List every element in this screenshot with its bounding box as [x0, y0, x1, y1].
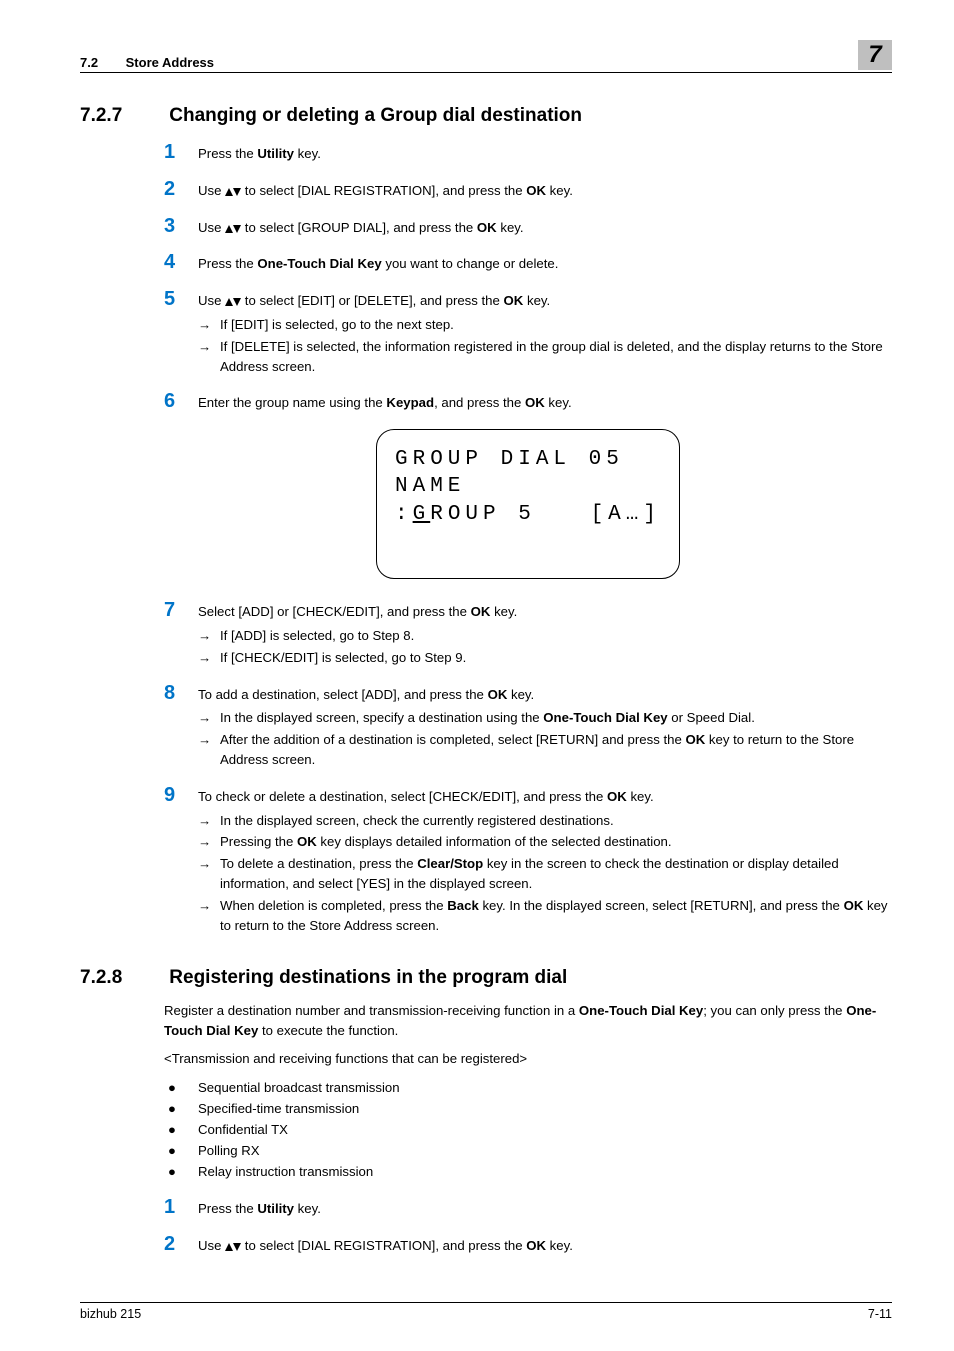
sub-item: →If [EDIT] is selected, go to the next s…: [198, 315, 892, 335]
list-item: ●Confidential TX: [164, 1119, 892, 1140]
sub-item: →To delete a destination, press the Clea…: [198, 854, 892, 894]
step-number: 9: [164, 784, 198, 807]
step-8: 8 To add a destination, select [ADD], an…: [164, 682, 892, 705]
step-text: Press the One-Touch Dial Key you want to…: [198, 251, 558, 274]
footer-page-number: 7-11: [868, 1307, 892, 1321]
arrow-icon: →: [198, 811, 220, 831]
section-title: Changing or deleting a Group dial destin…: [169, 105, 582, 126]
arrow-icon: →: [198, 626, 220, 646]
step-text: Use to select [DIAL REGISTRATION], and p…: [198, 178, 573, 201]
arrow-icon: →: [198, 832, 220, 852]
step-text: To add a destination, select [ADD], and …: [198, 682, 534, 705]
step-5-sublist: →If [EDIT] is selected, go to the next s…: [198, 315, 892, 376]
step-number: 7: [164, 599, 198, 622]
step-7-sublist: →If [ADD] is selected, go to Step 8. →If…: [198, 626, 892, 668]
sub-item: →When deletion is completed, press the B…: [198, 896, 892, 936]
arrow-icon: →: [198, 337, 220, 377]
up-down-icon: [225, 218, 241, 238]
step-text: Enter the group name using the Keypad, a…: [198, 390, 572, 413]
step-1: 1 Press the Utility key.: [164, 141, 892, 164]
step-number: 2: [164, 1233, 198, 1256]
step-text: Press the Utility key.: [198, 1196, 321, 1219]
bullet-dot-icon: ●: [164, 1077, 198, 1098]
step-1: 1 Press the Utility key.: [164, 1196, 892, 1219]
page-header: 7.2 Store Address 7: [80, 40, 892, 73]
sub-item: →If [DELETE] is selected, the informatio…: [198, 337, 892, 377]
header-section: 7.2 Store Address: [80, 55, 214, 70]
step-9-sublist: →In the displayed screen, check the curr…: [198, 811, 892, 936]
steps-list-728: 1 Press the Utility key. 2 Use to select…: [164, 1196, 892, 1256]
list-item: ●Specified-time transmission: [164, 1098, 892, 1119]
arrow-icon: →: [198, 896, 220, 936]
step-text: Use to select [DIAL REGISTRATION], and p…: [198, 1233, 573, 1256]
arrow-icon: →: [198, 708, 220, 728]
arrow-icon: →: [198, 315, 220, 335]
up-down-icon: [225, 291, 241, 311]
step-text: Select [ADD] or [CHECK/EDIT], and press …: [198, 599, 517, 622]
page-footer: bizhub 215 7-11: [80, 1302, 892, 1321]
list-item: ●Sequential broadcast transmission: [164, 1077, 892, 1098]
section-number: 7.2.7: [80, 105, 164, 127]
step-6: 6 Enter the group name using the Keypad,…: [164, 390, 892, 413]
list-item: ●Polling RX: [164, 1140, 892, 1161]
steps-list-727: 1 Press the Utility key. 2 Use to select…: [164, 141, 892, 935]
bullet-dot-icon: ●: [164, 1161, 198, 1182]
header-section-number: 7.2: [80, 55, 122, 70]
step-number: 1: [164, 141, 198, 164]
step-2: 2 Use to select [DIAL REGISTRATION], and…: [164, 1233, 892, 1256]
step-text: To check or delete a destination, select…: [198, 784, 654, 807]
step-number: 2: [164, 178, 198, 201]
lcd-line-1: GROUP DIAL 05: [395, 446, 661, 473]
bullet-list-caption: <Transmission and receiving functions th…: [164, 1049, 892, 1069]
arrow-icon: →: [198, 730, 220, 770]
lcd-cursor-char: G: [413, 503, 431, 526]
sub-item: →Pressing the OK key displays detailed i…: [198, 832, 892, 852]
section-heading-727: 7.2.7 Changing or deleting a Group dial …: [80, 105, 892, 127]
step-3: 3 Use to select [GROUP DIAL], and press …: [164, 215, 892, 238]
step-7: 7 Select [ADD] or [CHECK/EDIT], and pres…: [164, 599, 892, 622]
list-item: ●Relay instruction transmission: [164, 1161, 892, 1182]
lcd-display: GROUP DIAL 05 NAME :GROUP 5 [A…]: [376, 429, 680, 579]
header-section-title: Store Address: [126, 55, 214, 70]
step-8-sublist: →In the displayed screen, specify a dest…: [198, 708, 892, 769]
lcd-line-3: :GROUP 5 [A…]: [395, 501, 661, 528]
bullet-dot-icon: ●: [164, 1119, 198, 1140]
step-2: 2 Use to select [DIAL REGISTRATION], and…: [164, 178, 892, 201]
step-number: 5: [164, 288, 198, 311]
step-number: 6: [164, 390, 198, 413]
step-number: 4: [164, 251, 198, 274]
sub-item: →After the addition of a destination is …: [198, 730, 892, 770]
step-4: 4 Press the One-Touch Dial Key you want …: [164, 251, 892, 274]
step-number: 3: [164, 215, 198, 238]
step-text: Use to select [EDIT] or [DELETE], and pr…: [198, 288, 550, 311]
arrow-icon: →: [198, 854, 220, 894]
step-text: Use to select [GROUP DIAL], and press th…: [198, 215, 524, 238]
chapter-number: 7: [868, 41, 881, 69]
step-number: 1: [164, 1196, 198, 1219]
sub-item: →If [ADD] is selected, go to Step 8.: [198, 626, 892, 646]
lcd-mode-indicator: [A…]: [591, 501, 661, 528]
sub-item: →In the displayed screen, check the curr…: [198, 811, 892, 831]
function-bullet-list: ●Sequential broadcast transmission ●Spec…: [164, 1077, 892, 1183]
up-down-icon: [225, 181, 241, 201]
section-number: 7.2.8: [80, 967, 164, 989]
sub-item: →In the displayed screen, specify a dest…: [198, 708, 892, 728]
section-heading-728: 7.2.8 Registering destinations in the pr…: [80, 967, 892, 989]
chapter-number-box: 7: [858, 40, 892, 70]
step-5: 5 Use to select [EDIT] or [DELETE], and …: [164, 288, 892, 311]
arrow-icon: →: [198, 648, 220, 668]
section-title: Registering destinations in the program …: [169, 967, 567, 988]
bullet-dot-icon: ●: [164, 1098, 198, 1119]
sub-item: →If [CHECK/EDIT] is selected, go to Step…: [198, 648, 892, 668]
section-intro: Register a destination number and transm…: [164, 1001, 892, 1041]
lcd-line-2: NAME: [395, 473, 661, 500]
up-down-icon: [225, 1236, 241, 1256]
step-text: Press the Utility key.: [198, 141, 321, 164]
step-9: 9 To check or delete a destination, sele…: [164, 784, 892, 807]
step-number: 8: [164, 682, 198, 705]
footer-product-name: bizhub 215: [80, 1307, 141, 1321]
bullet-dot-icon: ●: [164, 1140, 198, 1161]
